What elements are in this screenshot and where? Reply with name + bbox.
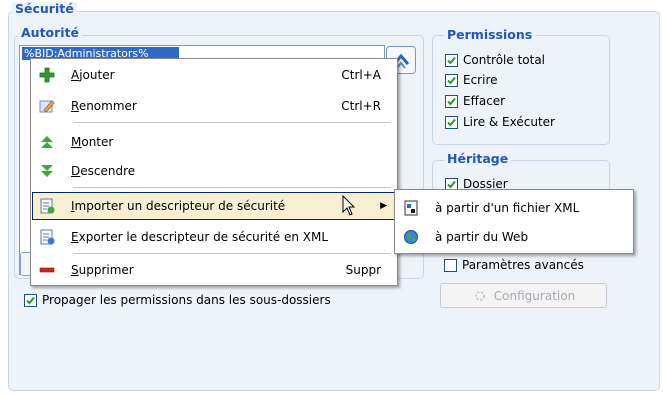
menu-label: Renommer — [71, 99, 137, 113]
menu-item-renommer[interactable]: Renommer Ctrl+R — [33, 93, 395, 119]
plus-icon — [33, 62, 61, 88]
perm-label: Effacer — [463, 94, 506, 108]
arrow-down-icon — [33, 158, 61, 184]
perm-label: Contrôle total — [463, 53, 546, 67]
import-icon — [33, 193, 61, 219]
submenu-label: à partir d'un fichier XML — [435, 201, 580, 215]
menu-label: Exporter le descripteur de sécurité en X… — [71, 230, 329, 244]
menu-label: Monter — [71, 135, 114, 149]
perm-ecrire[interactable]: Ecrire — [445, 72, 498, 88]
import-submenu: à partir d'un fichier XML à partir du We… — [394, 189, 634, 254]
menu-shortcut: Suppr — [345, 263, 381, 277]
menu-label: Descendre — [71, 164, 136, 178]
autorite-title: Autorité — [18, 26, 83, 40]
perm-label: Lire & Exécuter — [463, 115, 555, 129]
menu-label: Ajouter — [71, 68, 115, 82]
checkbox[interactable] — [445, 53, 458, 67]
checkbox[interactable] — [444, 258, 457, 272]
arrow-up-icon — [33, 129, 61, 155]
submenu-item-xml[interactable]: à partir d'un fichier XML — [397, 195, 631, 221]
menu-label: Importer un descripteur de sécurité — [71, 199, 286, 213]
perm-label: Ecrire — [463, 73, 498, 87]
menu-label: Supprimer — [71, 263, 134, 277]
checkbox[interactable] — [24, 293, 37, 307]
configuration-icon — [475, 290, 485, 301]
configuration-label: Configuration — [493, 288, 576, 303]
menu-item-exporter[interactable]: Exporter le descripteur de sécurité en X… — [33, 224, 395, 250]
checkbox[interactable] — [445, 73, 458, 87]
menu-item-ajouter[interactable]: Ajouter Ctrl+A — [33, 62, 395, 88]
securite-title: Sécurité — [12, 2, 77, 16]
propager-permissions[interactable]: Propager les permissions dans les sous-d… — [24, 292, 331, 308]
submenu-label: à partir du Web — [435, 230, 529, 244]
export-icon — [33, 224, 61, 250]
perm-effacer[interactable]: Effacer — [445, 93, 505, 109]
heritage-title: Héritage — [444, 152, 512, 166]
menu-separator — [73, 187, 391, 188]
menu-item-importer[interactable]: Importer un descripteur de sécurité ▶ — [32, 192, 396, 220]
menu-shortcut: Ctrl+A — [341, 68, 381, 82]
menu-shortcut: Ctrl+R — [341, 99, 381, 113]
menu-item-descendre[interactable]: Descendre — [33, 158, 395, 184]
menu-item-monter[interactable]: Monter — [33, 129, 395, 155]
checkbox[interactable] — [445, 94, 458, 108]
rename-icon — [33, 93, 61, 119]
menu-item-supprimer[interactable]: Supprimer Suppr — [33, 257, 395, 283]
perm-controle-total[interactable]: Contrôle total — [445, 52, 545, 68]
submenu-item-web[interactable]: à partir du Web — [397, 224, 631, 250]
mouse-cursor-icon — [342, 195, 356, 216]
permissions-title: Permissions — [444, 28, 536, 42]
submenu-arrow-icon: ▶ — [380, 201, 387, 211]
perm-lire-executer[interactable]: Lire & Exécuter — [445, 114, 555, 130]
delete-icon — [33, 257, 61, 283]
xml-file-icon — [397, 195, 425, 221]
propager-label: Propager les permissions dans les sous-d… — [42, 293, 331, 307]
checkbox[interactable] — [445, 115, 458, 129]
parametres-label: Paramètres avancés — [462, 258, 584, 272]
menu-separator — [73, 253, 391, 254]
web-globe-icon — [397, 224, 425, 250]
context-menu: Ajouter Ctrl+A Renommer Ctrl+R Monter De… — [30, 58, 398, 286]
configuration-button[interactable]: Configuration — [440, 283, 607, 308]
menu-separator — [73, 122, 391, 123]
parametres-avances[interactable]: Paramètres avancés — [444, 257, 584, 273]
